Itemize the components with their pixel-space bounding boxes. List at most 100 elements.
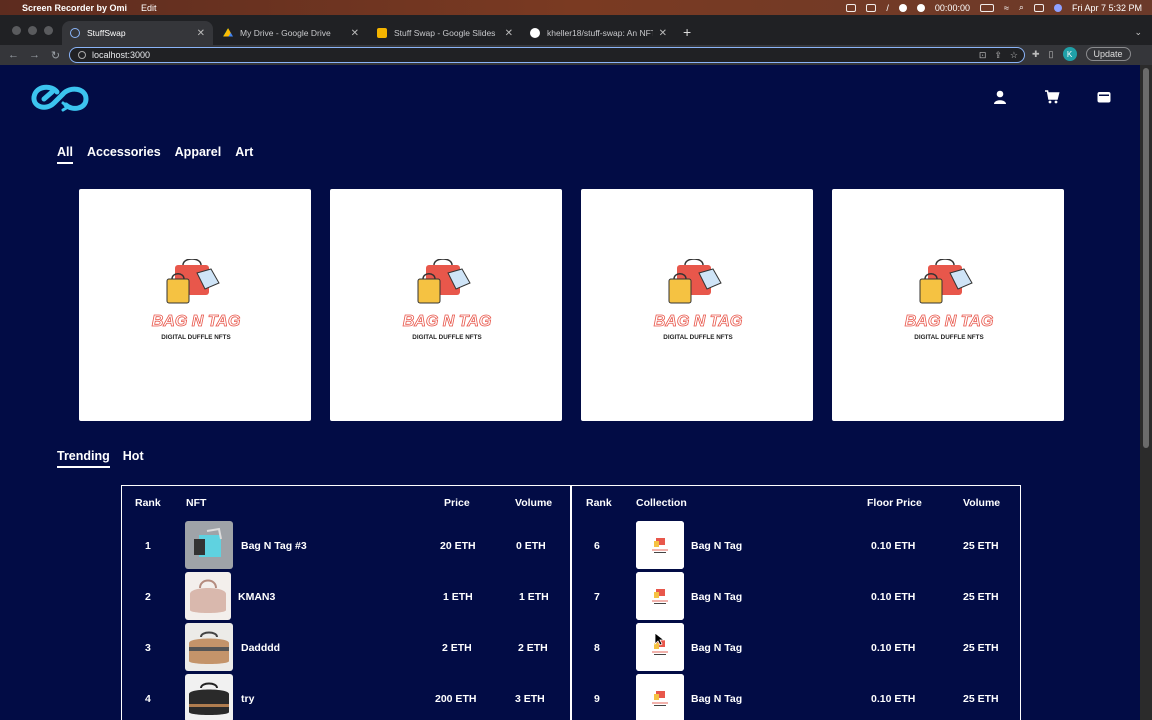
scrollbar-thumb[interactable] [1143, 68, 1149, 448]
bookmark-star-icon[interactable]: ☆ [1010, 50, 1018, 61]
reload-icon[interactable]: ↻ [45, 49, 66, 62]
nft-name[interactable]: Dadddd [241, 642, 280, 654]
react-favicon-icon [70, 28, 80, 38]
siri-icon[interactable] [1053, 3, 1062, 12]
brand-tagline: DIGITAL DUFFLE NFTS [914, 334, 983, 341]
url-text[interactable]: localhost:3000 [92, 50, 150, 60]
close-tab-icon[interactable]: ✕ [505, 28, 513, 39]
featured-card[interactable]: BAG N TAG DIGITAL DUFFLE NFTS [581, 189, 813, 421]
nft-thumbnail[interactable] [185, 623, 233, 671]
collection-thumbnail[interactable] [636, 572, 684, 620]
collection-thumbnail[interactable] [636, 623, 684, 671]
close-tab-icon[interactable]: ✕ [351, 28, 359, 39]
minimize-window-icon[interactable] [28, 26, 37, 35]
collection-thumbnail[interactable] [636, 521, 684, 569]
collection-thumbnail[interactable] [636, 674, 684, 720]
close-window-icon[interactable] [12, 26, 21, 35]
back-icon[interactable]: ← [3, 49, 24, 61]
brand-name: BAG N TAG [654, 313, 743, 330]
cart-icon[interactable] [1044, 89, 1060, 105]
collection-name[interactable]: Bag N Tag [691, 693, 742, 705]
control-center-icon[interactable] [1033, 3, 1044, 12]
table-row[interactable]: 6 Bag N Tag 0.10 ETH 25 ETH [571, 521, 1020, 570]
site-info-icon[interactable] [78, 51, 86, 59]
profile-avatar[interactable]: K [1062, 47, 1077, 61]
brand-tagline: DIGITAL DUFFLE NFTS [663, 334, 732, 341]
tab-hot[interactable]: Hot [123, 449, 144, 468]
collection-name[interactable]: Bag N Tag [691, 540, 742, 552]
brand-tagline: DIGITAL DUFFLE NFTS [161, 334, 230, 341]
trending-tabs: Trending Hot [57, 449, 144, 468]
menubar-app-name[interactable]: Screen Recorder by Omi [22, 3, 127, 13]
volume-cell: 25 ETH [963, 692, 999, 705]
browser-tab-slides[interactable]: Stuff Swap - Google Slides ✕ [369, 21, 521, 45]
brand-name: BAG N TAG [403, 313, 492, 330]
category-tab-apparel[interactable]: Apparel [175, 145, 222, 164]
brand-name: BAG N TAG [905, 313, 994, 330]
table-row[interactable]: 3 Dadddd 2 ETH 2 ETH [122, 623, 572, 672]
tab-trending[interactable]: Trending [57, 449, 110, 468]
new-tab-icon[interactable]: + [683, 25, 691, 39]
rank-cell: 3 [145, 641, 151, 654]
featured-card[interactable]: BAG N TAG DIGITAL DUFFLE NFTS [330, 189, 562, 421]
address-bar[interactable]: localhost:3000 ⊡ ⇪ ☆ [69, 47, 1025, 63]
battery-icon[interactable] [979, 3, 994, 12]
nft-name[interactable]: try [241, 693, 254, 705]
table-row[interactable]: 4 try 200 ETH 3 ETH [122, 674, 572, 720]
column-header-rank: Rank [135, 497, 161, 509]
featured-card[interactable]: BAG N TAG DIGITAL DUFFLE NFTS [832, 189, 1064, 421]
pen-icon[interactable]: / [886, 3, 889, 13]
google-drive-favicon-icon [223, 28, 233, 37]
zoom-window-icon[interactable] [44, 26, 53, 35]
browser-tab-stuffswap[interactable]: StuffSwap ✕ [62, 21, 213, 45]
stuffswap-logo-icon[interactable] [30, 83, 90, 113]
install-app-icon[interactable]: ⊡ [979, 50, 987, 61]
category-tab-accessories[interactable]: Accessories [87, 145, 161, 164]
stop-icon[interactable] [916, 3, 925, 12]
volume-cell: 25 ETH [963, 590, 999, 603]
spotlight-icon[interactable]: ⌕ [1019, 2, 1024, 13]
browser-tab-drive[interactable]: My Drive - Google Drive ✕ [215, 21, 367, 45]
menubar-edit[interactable]: Edit [141, 3, 157, 13]
close-tab-icon[interactable]: ✕ [197, 28, 205, 39]
category-tabs: All Accessories Apparel Art [57, 145, 253, 164]
collection-name[interactable]: Bag N Tag [691, 591, 742, 603]
page-scrollbar[interactable] [1140, 65, 1152, 720]
column-header-volume: Volume [515, 497, 553, 509]
volume-cell: 2 ETH [518, 641, 548, 654]
close-tab-icon[interactable]: ✕ [659, 28, 667, 39]
brand-tagline: DIGITAL DUFFLE NFTS [412, 334, 481, 341]
share-icon[interactable]: ⇪ [994, 50, 1002, 61]
nft-thumbnail[interactable] [185, 521, 233, 569]
grid-icon[interactable] [866, 3, 877, 12]
pause-icon[interactable] [898, 3, 907, 12]
trending-collection-table: Rank Collection Floor Price Volume 6 Bag… [570, 485, 1021, 720]
extensions-icon[interactable]: ✚ [1032, 49, 1040, 60]
table-row[interactable]: 2 KMAN3 1 ETH 1 ETH [122, 572, 572, 621]
floor-price-cell: 0.10 ETH [871, 590, 916, 603]
table-row[interactable]: 1 Bag N Tag #3 20 ETH 0 ETH [122, 521, 572, 570]
forward-icon[interactable]: → [24, 49, 45, 61]
nft-thumbnail[interactable] [185, 674, 233, 720]
price-cell: 1 ETH [443, 590, 473, 603]
tab-search-chevron-icon[interactable]: ⌄ [1134, 27, 1142, 38]
nft-name[interactable]: KMAN3 [238, 591, 275, 603]
table-row[interactable]: 7 Bag N Tag 0.10 ETH 25 ETH [571, 572, 1020, 621]
category-tab-art[interactable]: Art [235, 145, 253, 164]
update-button[interactable]: Update [1085, 47, 1131, 61]
collection-name[interactable]: Bag N Tag [691, 642, 742, 654]
side-panel-icon[interactable]: ▯ [1049, 49, 1054, 60]
bag-n-tag-logo-icon: BAG N TAG DIGITAL DUFFLE NFTS [151, 259, 241, 341]
table-row[interactable]: 9 Bag N Tag 0.10 ETH 25 ETH [571, 674, 1020, 720]
record-icon[interactable] [846, 3, 857, 12]
nft-thumbnail[interactable] [185, 572, 231, 620]
featured-card[interactable]: BAG N TAG DIGITAL DUFFLE NFTS [79, 189, 311, 421]
nft-name[interactable]: Bag N Tag #3 [241, 540, 307, 552]
volume-cell: 0 ETH [516, 539, 546, 552]
table-row[interactable]: 8 Bag N Tag 0.10 ETH 25 ETH [571, 623, 1020, 672]
user-icon[interactable] [992, 89, 1008, 105]
wifi-icon[interactable]: ≈ [1004, 3, 1009, 13]
browser-tab-github[interactable]: kheller18/stuff-swap: An NFT m ✕ [522, 21, 675, 45]
wallet-icon[interactable] [1096, 89, 1112, 105]
category-tab-all[interactable]: All [57, 145, 73, 164]
